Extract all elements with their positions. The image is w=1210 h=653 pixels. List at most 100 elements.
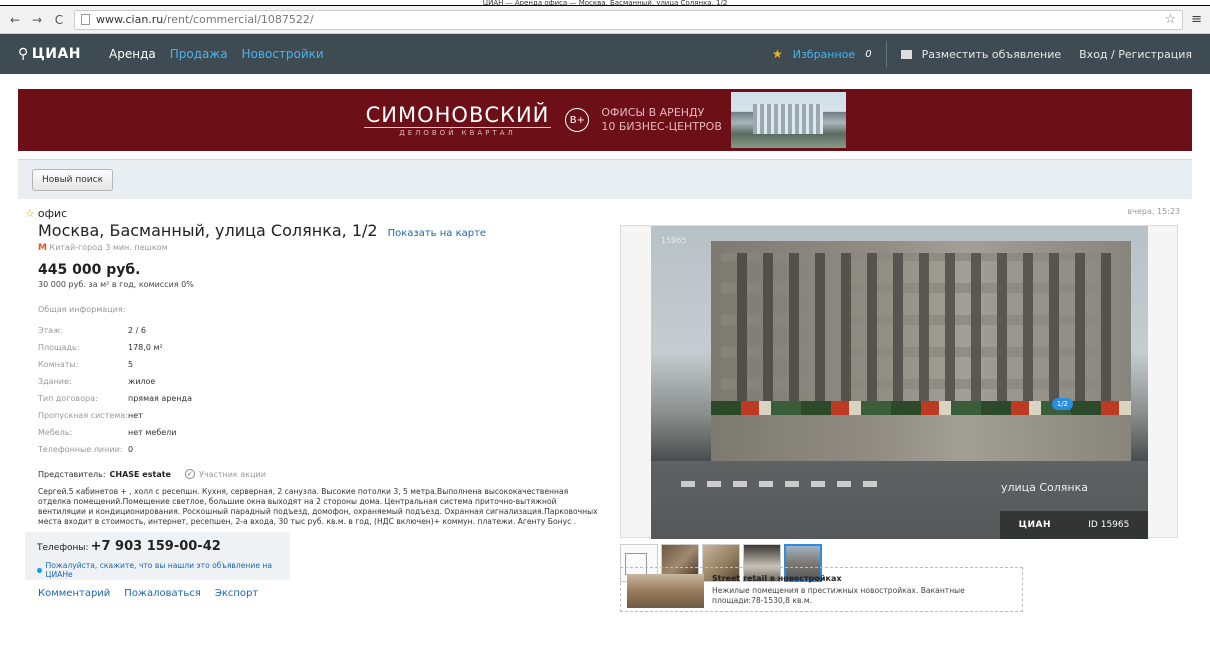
photo-building: [711, 241, 1131, 471]
nav-sale[interactable]: Продажа: [170, 47, 228, 61]
banner-text: ОФИСЫ В АРЕНДУ 10 БИЗНЕС-ЦЕНТРОВ: [601, 106, 731, 134]
info-row-contract: Тип договора: прямая аренда: [38, 390, 605, 407]
listing-type-text: офис: [37, 207, 68, 220]
browser-toolbar: ← → C www.cian.ru/rent/commercial/108752…: [0, 6, 1210, 34]
back-icon[interactable]: ←: [8, 13, 22, 27]
metro-text: Китай-город 3 мин. пешком: [49, 243, 168, 252]
ad-banner[interactable]: СИМОНОВСКИЙ ДЕЛОВОЙ КВАРТАЛ B+ ОФИСЫ В А…: [18, 89, 1192, 151]
complain-link[interactable]: Пожаловаться: [124, 588, 201, 599]
price-details: 30 000 руб. за м² в год, комиссия 0%: [38, 280, 194, 289]
promo-image: [627, 574, 705, 608]
listing-photo[interactable]: 15965 1/2 улица Солянка ЦИАН ID 15965: [620, 225, 1178, 539]
photo-counter: 1/2: [1051, 398, 1073, 410]
info-row-phone-lines: Телефонные линии: 0: [38, 441, 605, 458]
place-ad-link[interactable]: Разместить объявление: [922, 48, 1062, 61]
favorites-link[interactable]: Избранное: [793, 48, 855, 61]
page-icon: [81, 14, 90, 25]
metro-icon: M: [38, 243, 47, 253]
banner-building-image: [731, 92, 847, 148]
new-search-button[interactable]: Новый поиск: [32, 168, 114, 191]
info-row-furniture: Мебель: нет мебели: [38, 424, 605, 441]
url-path: /rent/commercial/1087522/: [163, 13, 314, 26]
info-key: Этаж:: [38, 326, 64, 335]
comment-link[interactable]: Комментарий: [38, 588, 110, 599]
rep-company[interactable]: CHASE estate: [110, 470, 171, 479]
info-row-floor: Этаж: 2 / 6: [38, 322, 605, 339]
phone-note-text: Пожалуйста, скажите, что вы нашли это об…: [45, 561, 273, 579]
info-row-building: Здание: жилое: [38, 373, 605, 390]
phone-number[interactable]: +7 903 159-00-42: [91, 539, 221, 554]
banner-brand-name: СИМОНОВСКИЙ: [363, 103, 552, 128]
info-key: Комнаты:: [38, 360, 79, 369]
photo-id-top: 15965: [661, 236, 687, 245]
banner-line2: 10 БИЗНЕС-ЦЕНТРОВ: [601, 120, 722, 133]
forward-icon[interactable]: →: [30, 13, 44, 27]
phone-box: Телефоны: +7 903 159-00-42 Пожалуйста, с…: [25, 532, 290, 580]
nav-rent[interactable]: Аренда: [109, 47, 156, 61]
favorite-star-icon[interactable]: ☆: [25, 207, 35, 220]
logo-pin-icon: ⚲: [18, 46, 29, 62]
listing-address: Москва, Басманный, улица Солянка, 1/2: [38, 221, 378, 240]
menu-icon[interactable]: ≡: [1191, 12, 1202, 27]
info-dot-icon: [37, 567, 42, 573]
info-key: Тип договора:: [38, 394, 98, 403]
promo-text: Нежилые помещения в престижных новострой…: [712, 586, 965, 605]
metro-info: M Китай-город 3 мин. пешком: [38, 243, 605, 253]
info-value: 5: [128, 360, 134, 369]
favorites-star-icon: ★: [771, 47, 783, 61]
logo-text: ЦИАН: [31, 46, 82, 62]
search-strip: Новый поиск: [18, 159, 1192, 199]
photo-image[interactable]: 15965 1/2 улица Солянка ЦИАН ID 15965: [651, 226, 1148, 539]
info-row-access: Пропускная система: нет: [38, 407, 605, 424]
info-value: нет мебели: [128, 428, 177, 437]
info-key: Телефонные линии:: [38, 445, 123, 454]
info-value: 178,0 м²: [128, 343, 163, 352]
promo-block[interactable]: Street retail в новостройках Нежилые пом…: [620, 567, 1023, 612]
listing-date: вчера, 15:23: [1127, 207, 1180, 216]
photo-street-label: улица Солянка: [1000, 481, 1088, 494]
phone-label: Телефоны:: [37, 543, 89, 553]
phone-note: Пожалуйста, скажите, что вы нашли это об…: [37, 561, 278, 579]
reload-icon[interactable]: C: [52, 13, 66, 27]
promo-title[interactable]: Street retail в новостройках: [712, 574, 1016, 583]
listing-price: 445 000 руб.: [38, 262, 141, 278]
listing-details: ☆ офис Москва, Басманный, улица Солянка,…: [25, 207, 605, 527]
info-value: 0: [128, 445, 134, 454]
login-link[interactable]: Вход / Регистрация: [1079, 48, 1192, 61]
nav-new-buildings[interactable]: Новостройки: [242, 47, 324, 61]
info-row-area: Площадь: 178,0 м²: [38, 339, 605, 356]
promo-member-icon: ✓: [184, 469, 195, 479]
rep-label: Представитель:: [38, 469, 106, 479]
general-info: Общая информация: Этаж: 2 / 6 Площадь: 178…: [38, 305, 605, 458]
info-key: Здание:: [38, 377, 72, 386]
banner-brand-sub: ДЕЛОВОЙ КВАРТАЛ: [399, 129, 516, 137]
photo-crosswalk: [681, 481, 881, 487]
promo-member-label: Участник акции: [198, 469, 266, 479]
cian-logo[interactable]: ⚲ ЦИАН: [18, 46, 81, 62]
address-bar[interactable]: www.cian.ru/rent/commercial/1087522/ ☆: [74, 9, 1184, 30]
info-value: жилое: [128, 377, 156, 386]
info-key: Мебель:: [38, 428, 73, 437]
banner-class-badge: B+: [565, 108, 590, 132]
info-value: прямая аренда: [128, 394, 192, 403]
listing-content: ☆ офис Москва, Басманный, улица Солянка,…: [0, 199, 1210, 612]
listing-description: Сергей.5 кабинетов + , холл с ресепшн. К…: [38, 487, 598, 526]
favorites-count: 0: [865, 48, 872, 60]
site-header: ⚲ ЦИАН Аренда Продажа Новостройки ★ Избр…: [0, 34, 1210, 74]
info-value: 2 / 6: [128, 326, 146, 335]
listing-actions: Комментарий Пожаловаться Экспорт: [38, 588, 258, 599]
place-ad-icon: [900, 49, 912, 59]
general-info-heading: Общая информация:: [38, 305, 126, 314]
show-on-map-link[interactable]: Показать на карте: [388, 228, 487, 239]
info-key: Пропускная система:: [38, 411, 128, 420]
export-link[interactable]: Экспорт: [215, 588, 258, 599]
representative: Представитель: CHASE estate ✓ Участник а…: [38, 469, 605, 479]
bookmark-star-icon[interactable]: ☆: [1164, 12, 1176, 27]
info-row-rooms: Комнаты: 5: [38, 356, 605, 373]
banner-brand: СИМОНОВСКИЙ ДЕЛОВОЙ КВАРТАЛ: [363, 103, 552, 137]
info-value: нет: [128, 411, 143, 420]
photo-watermark: ЦИАН ID 15965: [1000, 511, 1148, 539]
header-divider: [885, 41, 887, 67]
info-key: Площадь:: [38, 343, 80, 352]
listing-type: ☆ офис: [25, 207, 605, 220]
